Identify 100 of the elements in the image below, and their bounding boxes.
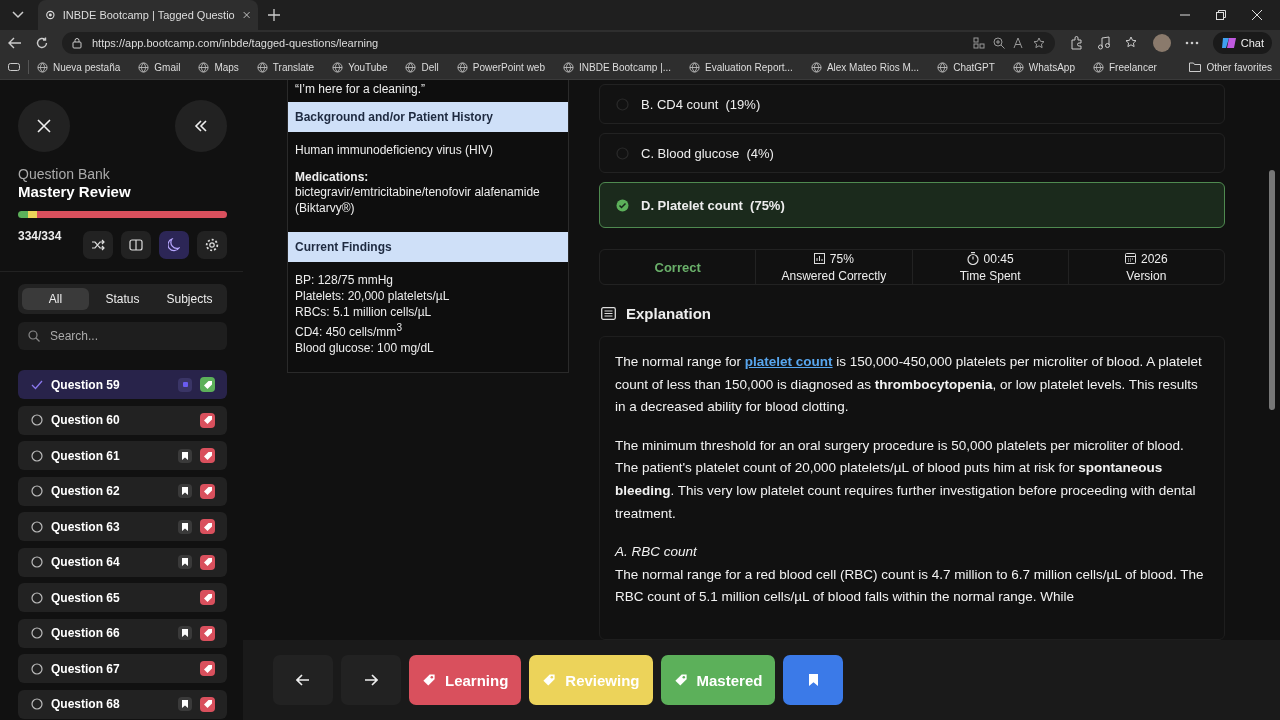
zoom-icon[interactable] <box>992 36 1005 49</box>
question-label: Question 61 <box>51 448 121 463</box>
sidebar-icon[interactable] <box>8 62 20 72</box>
question-label: Question 60 <box>51 413 121 427</box>
arrow-left-icon <box>296 674 310 686</box>
question-item[interactable]: Question 65 <box>18 583 227 612</box>
bookmark-link[interactable]: WhatsApp <box>1012 61 1075 73</box>
filter-tab[interactable]: All <box>22 288 89 310</box>
section-label: Medications: <box>295 170 370 184</box>
collapse-button[interactable] <box>175 100 227 152</box>
new-tab-icon[interactable] <box>268 9 280 21</box>
globe-icon <box>256 61 268 73</box>
globe-icon <box>198 61 210 73</box>
question-item[interactable]: Question 68 <box>18 689 227 719</box>
bank-title: Mastery Review <box>18 183 132 200</box>
circle-icon <box>31 698 43 710</box>
answer-option[interactable]: B. CD4 count (19%) <box>599 84 1225 124</box>
star-icon[interactable] <box>1032 36 1045 49</box>
tag-icon <box>673 673 688 687</box>
globe-icon <box>563 61 574 73</box>
close-button[interactable] <box>18 100 70 152</box>
shuffle-button[interactable] <box>83 231 113 259</box>
question-item[interactable]: Question 59 <box>18 370 227 399</box>
url-text: https://app.bootcamp.com/inbde/tagged-questions/learning <box>92 36 379 49</box>
bar-chart-icon <box>813 253 825 265</box>
folder-icon <box>1189 62 1202 72</box>
bookmark-button[interactable] <box>783 655 844 705</box>
calendar-icon <box>1125 253 1136 265</box>
bookmark-link[interactable]: PowerPoint web <box>456 61 545 73</box>
browser-tab[interactable]: INBDE Bootcamp | Tagged Questio <box>38 0 258 30</box>
music-icon[interactable] <box>1096 35 1111 50</box>
globe-icon <box>138 61 150 73</box>
restore-icon[interactable] <box>1216 10 1226 20</box>
section-heading: Current Findings <box>288 232 568 262</box>
question-item[interactable]: Question 61 <box>18 441 227 470</box>
finding-text: Human immunodeficiency virus (HIV) <box>295 142 495 158</box>
profile-avatar[interactable] <box>1152 33 1171 52</box>
bookmark-link[interactable]: ChatGPT <box>937 61 995 73</box>
question-item[interactable]: Question 62 <box>18 476 227 506</box>
bookmark-link[interactable]: Freelancer <box>1093 61 1157 73</box>
bookmark-link[interactable]: Nueva pestaña <box>37 61 121 73</box>
stat-label: Time Spent <box>959 268 1021 283</box>
circle-icon <box>31 414 43 426</box>
moon-button[interactable] <box>159 231 189 259</box>
question-item[interactable]: Question 67 <box>18 654 227 683</box>
chat-button[interactable]: Chat <box>1212 31 1272 54</box>
settings-button[interactable] <box>197 231 227 259</box>
bookmark-link[interactable]: INBDE Bootcamp |... <box>563 61 672 73</box>
bank-label: Question Bank <box>18 166 111 182</box>
address-field[interactable]: https://app.bootcamp.com/inbde/tagged-questions/learning <box>62 31 1055 54</box>
check-circle-icon <box>616 198 629 212</box>
read-aloud-icon[interactable] <box>1012 36 1025 49</box>
apps-icon[interactable] <box>972 36 985 49</box>
globe-icon <box>332 61 344 73</box>
tag-icon <box>542 673 557 687</box>
question-item[interactable]: Question 64 <box>18 547 227 577</box>
bookmark-link[interactable]: Gmail <box>138 61 181 73</box>
globe-icon <box>405 61 417 73</box>
filter-tab[interactable]: Status <box>89 288 156 310</box>
bookmark-link[interactable]: Alex Mateo Rios M... <box>810 61 920 73</box>
bookmark-link[interactable]: Evaluation Report... <box>689 61 793 73</box>
bookmark-link[interactable]: YouTube <box>332 61 388 73</box>
question-count: 334/334 <box>18 228 63 243</box>
globe-icon <box>1093 61 1104 73</box>
answer-option[interactable]: C. Blood glucose (4%) <box>599 133 1225 173</box>
settings-icon <box>205 238 219 252</box>
question-label: Question 65 <box>51 590 121 605</box>
bookmark-link[interactable]: Maps <box>198 61 239 73</box>
explanation-paragraph: The normal range for platelet count is 150,000-450,000 platelets per microliter of blood. A platelet count of less than 150,000 is diagnosed as thrombocytopenia, or low platelet levels. This results in a decreased ability for blood clotting. <box>615 353 1203 417</box>
circle-icon <box>31 449 43 462</box>
result-label: Correct <box>654 259 701 275</box>
globe-icon <box>689 61 701 73</box>
back-icon[interactable] <box>8 36 22 49</box>
explanation-paragraph: The minimum threshold for an oral surgery procedure is 50,000 platelets per microliter of blood. The patient's platelet count of 20,000 platelets/µL of blood puts him at risk for spontaneous bleeding. This very low platelet count requires further investigation before proceeding with dental treatment. <box>615 436 1197 523</box>
tab-title: INBDE Bootcamp | Tagged Questio <box>62 9 235 21</box>
term-link[interactable]: platelet count <box>744 354 833 370</box>
explanation-heading: Explanation <box>626 305 711 323</box>
bookmark-icon <box>808 674 818 686</box>
question-item[interactable]: Question 66 <box>18 618 227 648</box>
check-icon <box>31 379 43 390</box>
refresh-icon[interactable] <box>36 36 48 49</box>
search-field[interactable]: Search... <box>18 322 227 350</box>
close-icon[interactable] <box>1252 10 1262 20</box>
favorites-icon[interactable] <box>1124 35 1139 50</box>
question-label: Question 64 <box>51 555 121 569</box>
more-icon[interactable] <box>1184 40 1199 45</box>
split-button[interactable] <box>121 231 151 259</box>
globe-icon <box>1012 61 1024 73</box>
question-item[interactable]: Question 63 <box>18 512 227 541</box>
bookmark-link[interactable]: Dell <box>405 61 439 73</box>
lock-icon <box>72 36 82 49</box>
answer-option[interactable]: D. Platelet count (75%) <box>599 182 1225 228</box>
finding-text: RBCs: 5.1 million cells/µL <box>295 304 433 320</box>
extensions-icon[interactable] <box>1068 35 1083 50</box>
question-label: Question 66 <box>51 626 121 640</box>
question-item[interactable]: Question 60 <box>18 405 227 435</box>
other-favorites-link[interactable]: Other favorites <box>1189 61 1272 73</box>
learning-tag-button[interactable]: Learning <box>409 655 522 705</box>
filter-tab[interactable]: Subjects <box>156 288 223 310</box>
bookmark-link[interactable]: Translate <box>256 61 315 73</box>
